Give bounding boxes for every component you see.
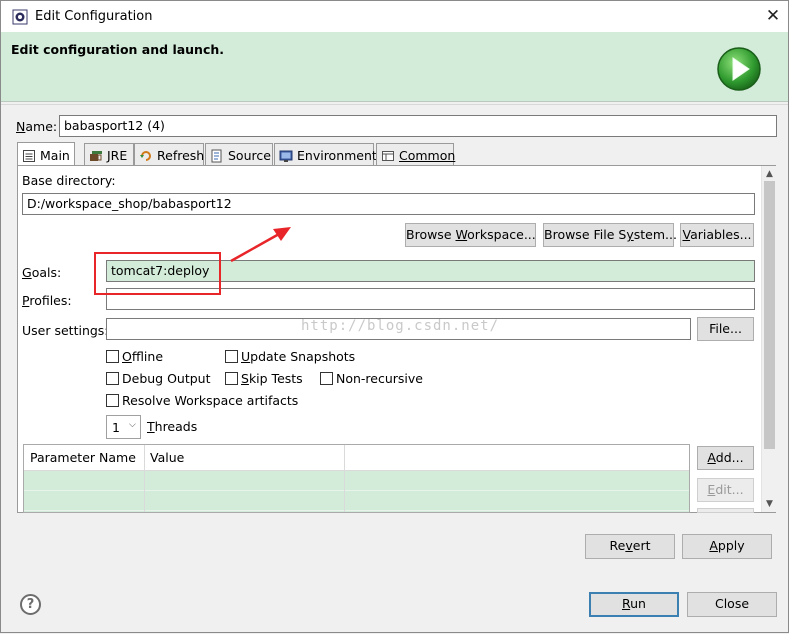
threads-value: 1 xyxy=(112,420,120,435)
window-close-icon[interactable]: ✕ xyxy=(763,6,783,26)
name-label: Name: xyxy=(16,119,58,134)
column-parameter-name[interactable]: Parameter Name xyxy=(30,450,136,465)
chevron-down-icon: ⌵ xyxy=(129,420,136,430)
scroll-up-icon[interactable]: ▲ xyxy=(762,167,777,181)
goals-label: Goals: xyxy=(22,265,62,280)
profiles-label: Profiles: xyxy=(22,293,72,308)
parameters-table[interactable]: Parameter Name Value xyxy=(23,444,690,513)
main-tab-icon xyxy=(23,149,35,162)
revert-button[interactable]: Revert xyxy=(585,534,675,559)
debug-output-checkbox-box[interactable] xyxy=(106,372,119,385)
tab-environment[interactable]: Environment xyxy=(274,143,377,165)
edit-parameter-button[interactable]: Edit... xyxy=(697,478,754,502)
variables-button[interactable]: Variables... xyxy=(680,223,754,247)
tab-source[interactable]: Source xyxy=(205,143,273,165)
eclipse-app-icon xyxy=(12,9,28,25)
table-row[interactable] xyxy=(24,511,689,512)
header-banner: Edit configuration and launch. xyxy=(1,32,788,102)
remove-parameter-button[interactable] xyxy=(697,508,754,513)
annotation-highlight-box xyxy=(94,252,221,295)
debug-output-label: Debug Output xyxy=(122,371,211,386)
close-button[interactable]: Close xyxy=(687,592,777,617)
column-separator xyxy=(144,445,145,512)
update-snapshots-label: Update Snapshots xyxy=(241,349,356,364)
threads-select[interactable]: 1 ⌵ xyxy=(106,415,141,439)
run-icon xyxy=(717,47,761,91)
name-input[interactable]: babasport12 (4) xyxy=(59,115,777,137)
non-recursive-checkbox[interactable]: Non-recursive xyxy=(320,371,423,386)
column-value[interactable]: Value xyxy=(150,450,184,465)
header-separator xyxy=(1,104,788,105)
tab-source-label: Source xyxy=(228,148,271,163)
base-directory-label: Base directory: xyxy=(22,173,116,188)
table-row[interactable] xyxy=(24,471,689,491)
scroll-thumb[interactable] xyxy=(764,181,775,449)
resolve-workspace-checkbox-box[interactable] xyxy=(106,394,119,407)
skip-tests-checkbox-box[interactable] xyxy=(225,372,238,385)
offline-checkbox-box[interactable] xyxy=(106,350,119,363)
table-row[interactable] xyxy=(24,491,689,511)
user-settings-label: User settings: xyxy=(22,323,109,338)
non-recursive-label: Non-recursive xyxy=(336,371,423,386)
add-parameter-button[interactable]: Add... xyxy=(697,446,754,470)
jre-icon xyxy=(90,150,102,161)
resolve-workspace-checkbox[interactable]: Resolve Workspace artifacts xyxy=(106,393,298,408)
scroll-down-icon[interactable]: ▼ xyxy=(762,497,777,511)
watermark-text: http://blog.csdn.net/ xyxy=(301,318,500,334)
offline-label: Offline xyxy=(122,349,164,364)
offline-checkbox[interactable]: Offline xyxy=(106,349,163,364)
title-bar: Edit Configuration ✕ xyxy=(1,1,788,32)
skip-tests-checkbox[interactable]: Skip Tests xyxy=(225,371,303,386)
debug-output-checkbox[interactable]: Debug Output xyxy=(106,371,211,386)
apply-button[interactable]: Apply xyxy=(682,534,772,559)
update-snapshots-checkbox-box[interactable] xyxy=(225,350,238,363)
common-icon xyxy=(382,150,394,161)
table-header: Parameter Name Value xyxy=(24,445,689,471)
browse-workspace-button[interactable]: Browse Workspace... xyxy=(405,223,536,247)
tab-jre-label: JRE xyxy=(107,148,128,163)
tab-main[interactable]: Main xyxy=(17,142,75,166)
banner-title: Edit configuration and launch. xyxy=(11,42,225,57)
file-button[interactable]: File... xyxy=(697,317,754,341)
tab-refresh-label: Refresh xyxy=(157,148,205,163)
resolve-workspace-label: Resolve Workspace artifacts xyxy=(122,393,299,408)
panel-scrollbar[interactable]: ▲ ▼ xyxy=(761,166,776,512)
tab-common[interactable]: Common xyxy=(376,143,456,165)
base-directory-input[interactable]: D:/workspace_shop/babasport12 xyxy=(22,193,755,215)
browse-file-system-button[interactable]: Browse File System... xyxy=(543,223,677,247)
source-icon xyxy=(211,149,222,162)
run-button[interactable]: Run xyxy=(589,592,679,617)
tab-main-label: Main xyxy=(40,148,70,163)
help-icon[interactable]: ? xyxy=(20,594,41,615)
threads-label: Threads xyxy=(147,419,198,434)
tab-jre[interactable]: JRE xyxy=(84,143,134,165)
environment-icon xyxy=(279,150,293,162)
skip-tests-label: Skip Tests xyxy=(241,371,303,386)
column-separator xyxy=(344,445,345,512)
edit-configuration-dialog: Edit Configuration ✕ Edit configuration … xyxy=(0,0,789,633)
window-title: Edit Configuration xyxy=(35,9,153,24)
tab-environment-label: Environment xyxy=(297,148,377,163)
non-recursive-checkbox-box[interactable] xyxy=(320,372,333,385)
tab-refresh[interactable]: Refresh xyxy=(134,143,204,165)
tab-common-label: Common xyxy=(399,148,456,163)
update-snapshots-checkbox[interactable]: Update Snapshots xyxy=(225,349,355,364)
refresh-icon xyxy=(140,150,151,161)
